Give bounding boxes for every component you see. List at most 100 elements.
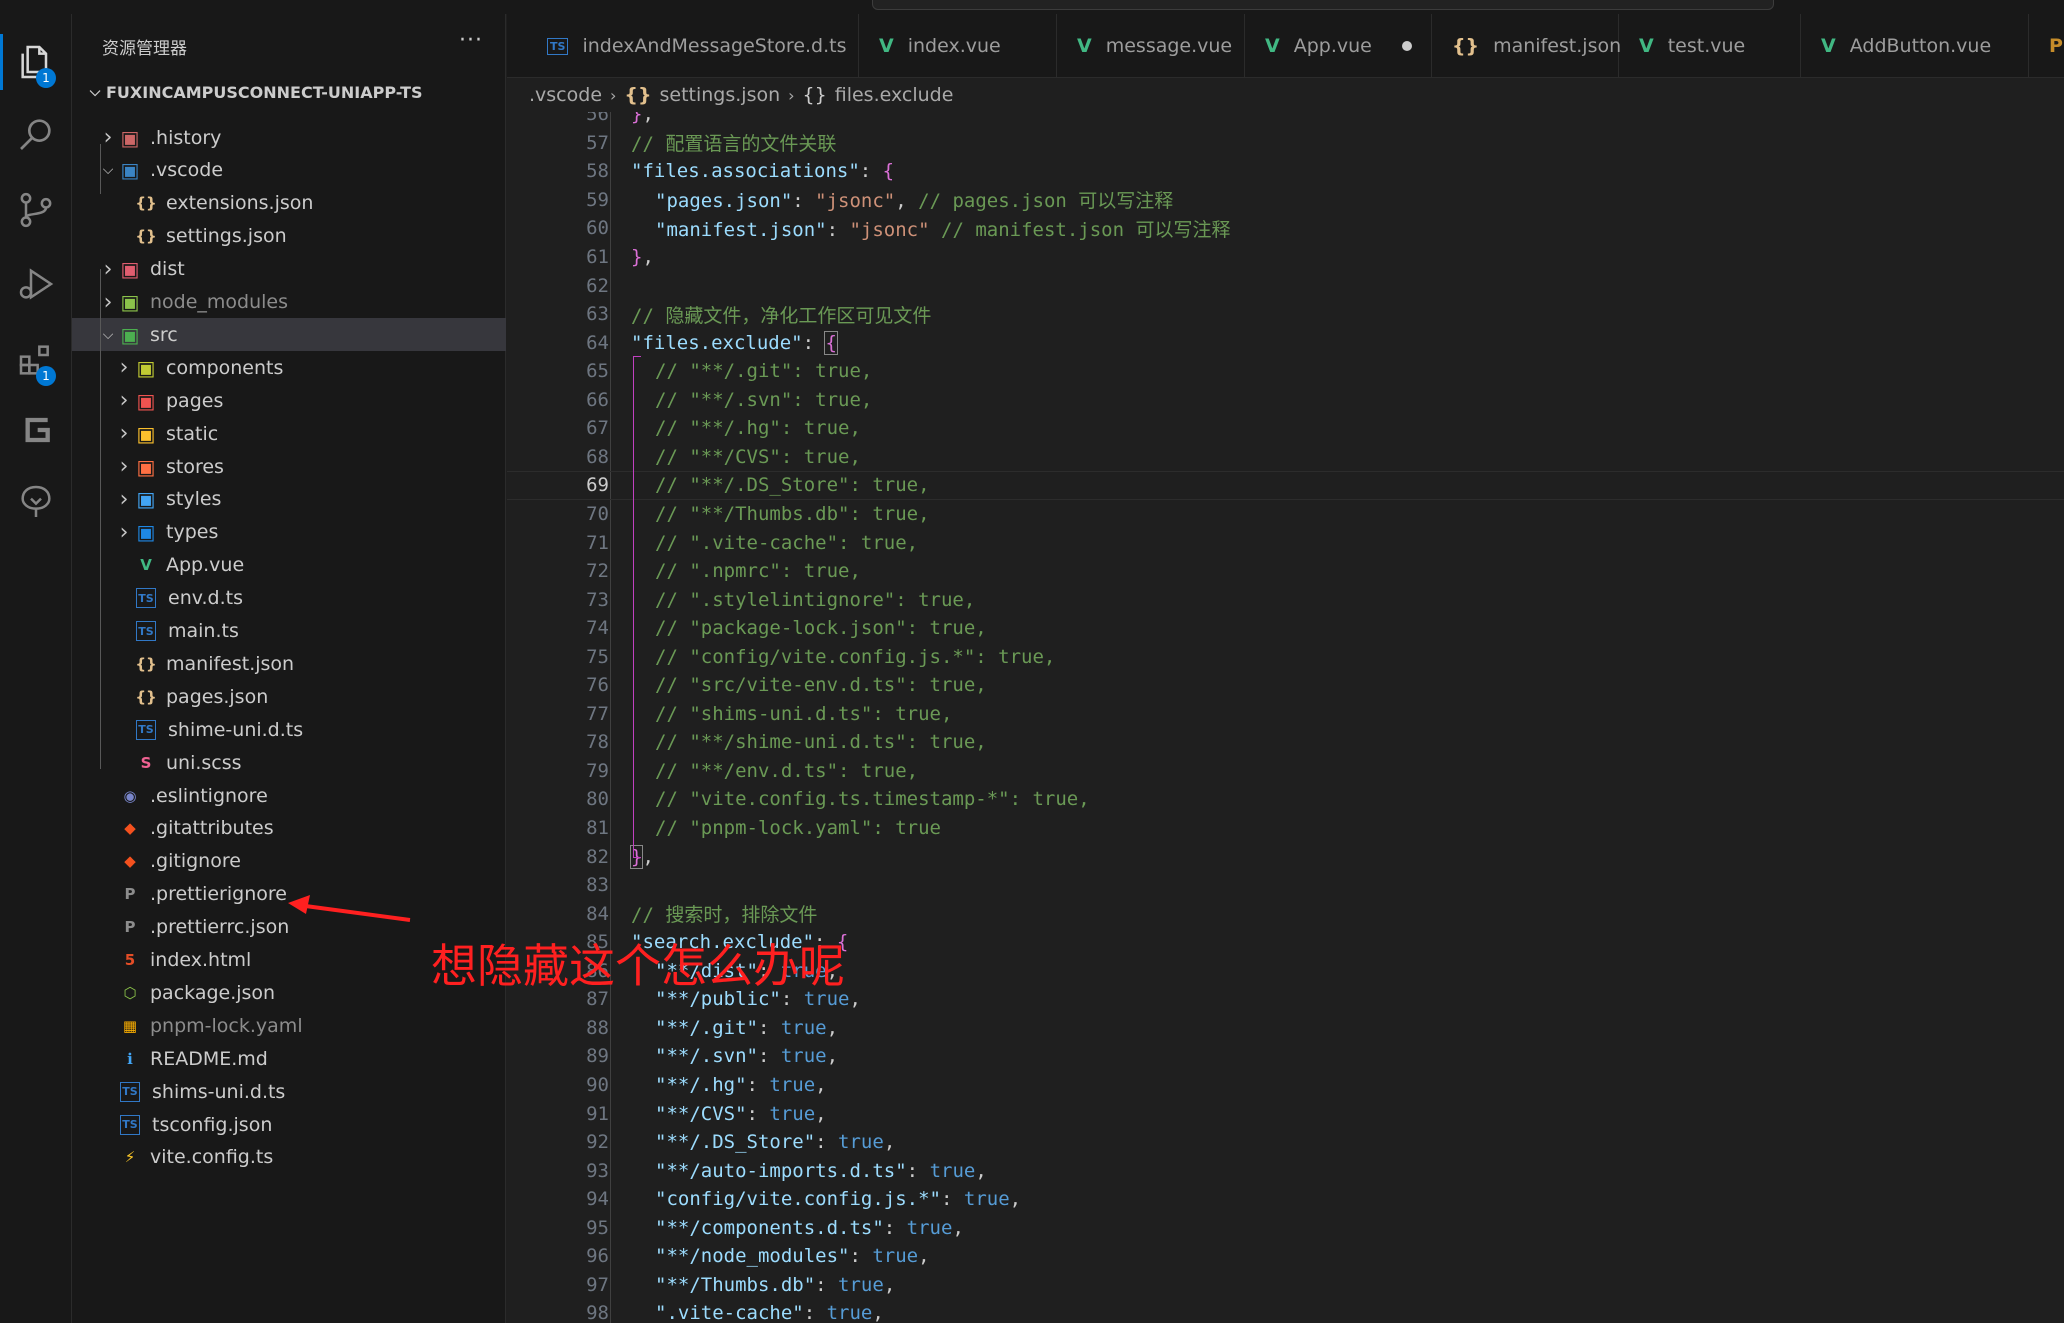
code-line[interactable]: 71 // ".vite-cache": true, <box>507 528 2064 557</box>
tree-item[interactable]: ⌵ ▣ src <box>72 318 506 352</box>
tree-item[interactable]: {} extensions.json <box>72 187 506 220</box>
more-actions-icon[interactable]: ··· <box>459 28 483 53</box>
editor-tab[interactable]: TS indexAndMessageStore.d.ts <box>527 14 859 78</box>
breadcrumb-symbol[interactable]: files.exclude <box>835 84 954 106</box>
chevron-right-icon[interactable]: › <box>114 355 134 380</box>
tree-item[interactable]: › ▣ dist <box>72 253 506 286</box>
tree-item[interactable]: ◆ .gitignore <box>72 845 506 878</box>
code-line[interactable]: 93 "**/auto-imports.d.ts": true, <box>507 1156 2064 1185</box>
code-line[interactable]: 73 // ".stylelintignore": true, <box>507 585 2064 614</box>
code-line[interactable]: 91 "**/CVS": true, <box>507 1099 2064 1128</box>
code-line[interactable]: 83 <box>507 871 2064 900</box>
code-line[interactable]: 77 // "shims-uni.d.ts": true, <box>507 700 2064 729</box>
code-line[interactable]: 95 "**/components.d.ts": true, <box>507 1213 2064 1242</box>
code-line[interactable]: 57 // 配置语言的文件关联 <box>507 129 2064 158</box>
code-line[interactable]: 75 // "config/vite.config.js.*": true, <box>507 642 2064 671</box>
tree-item[interactable]: ℹ README.md <box>72 1042 506 1075</box>
code-line[interactable]: 62 <box>507 271 2064 300</box>
code-line[interactable]: 76 // "src/vite-env.d.ts": true, <box>507 671 2064 700</box>
tree-item[interactable]: › ▣ styles <box>72 483 506 516</box>
tree-item[interactable]: V App.vue <box>72 549 506 582</box>
code-line[interactable]: 72 // ".npmrc": true, <box>507 557 2064 586</box>
tree-item[interactable]: TS shime-uni.d.ts <box>72 713 506 746</box>
tree-item[interactable]: {} pages.json <box>72 680 506 713</box>
chevron-right-icon[interactable]: › <box>114 487 134 512</box>
code-line[interactable]: 88 "**/.git": true, <box>507 1014 2064 1043</box>
remote-activity[interactable] <box>0 466 72 538</box>
code-line[interactable]: 97 "**/Thumbs.db": true, <box>507 1271 2064 1300</box>
tree-item[interactable]: {} manifest.json <box>72 647 506 680</box>
tree-item[interactable]: › ▣ stores <box>72 450 506 483</box>
tree-item[interactable]: ⌵ ▣ .vscode <box>72 154 506 187</box>
source-control-activity[interactable] <box>0 174 72 246</box>
chevron-right-icon[interactable]: › <box>114 454 134 479</box>
code-line[interactable]: 67 // "**/.hg": true, <box>507 414 2064 443</box>
code-line[interactable]: 65 // "**/.git": true, <box>507 357 2064 386</box>
chevron-right-icon[interactable]: › <box>98 125 118 150</box>
unsaved-dot-icon[interactable] <box>1401 41 1412 51</box>
editor-tab[interactable]: Vmessage.vue <box>1057 14 1245 78</box>
tree-item[interactable]: › ▣ types <box>72 516 506 549</box>
code-line[interactable]: 78 // "**/shime-uni.d.ts": true, <box>507 728 2064 757</box>
chevron-right-icon[interactable]: › <box>98 257 118 282</box>
tree-item[interactable]: ◆ .gitattributes <box>72 812 506 845</box>
breadcrumb-folder[interactable]: .vscode <box>529 84 602 106</box>
code-line[interactable]: 74 // "package-lock.json": true, <box>507 614 2064 643</box>
code-line[interactable]: 66 // "**/.svn": true, <box>507 386 2064 415</box>
tree-item[interactable]: TS env.d.ts <box>72 582 506 615</box>
code-line[interactable]: 89 "**/.svn": true, <box>507 1042 2064 1071</box>
code-line[interactable]: 63 // 隐藏文件，净化工作区可见文件 <box>507 300 2064 329</box>
tree-item[interactable]: › ▣ pages <box>72 384 506 417</box>
tree-item[interactable]: ⚡ vite.config.ts <box>72 1141 506 1174</box>
chevron-down-icon[interactable]: ⌵ <box>98 327 118 343</box>
code-line[interactable]: 61}, <box>507 243 2064 272</box>
editor-tab[interactable]: {} manifest.json <box>1432 14 1621 78</box>
tree-item[interactable]: ◉ .eslintignore <box>72 779 506 812</box>
search-activity[interactable] <box>0 98 72 170</box>
code-line[interactable]: 82}, <box>507 842 2064 871</box>
tree-item[interactable]: TS shims-uni.d.ts <box>72 1075 506 1108</box>
chevron-right-icon[interactable]: › <box>114 421 134 446</box>
code-line[interactable]: 92 "**/.DS_Store": true, <box>507 1128 2064 1157</box>
chevron-right-icon[interactable]: › <box>114 388 134 413</box>
code-line[interactable]: 84 // 搜索时，排除文件 <box>507 899 2064 928</box>
code-line[interactable]: 69 // "**/.DS_Store": true, <box>507 471 2064 500</box>
tree-item[interactable]: › ▣ components <box>72 351 506 384</box>
extensions-activity[interactable]: 1 <box>0 324 72 396</box>
tree-item[interactable]: TS tsconfig.json <box>72 1108 506 1141</box>
tree-item[interactable]: ▦ pnpm-lock.yaml <box>72 1009 506 1042</box>
editor-tab[interactable]: Vtest.vue <box>1619 14 1801 78</box>
code-line[interactable]: 79 // "**/env.d.ts": true, <box>507 757 2064 786</box>
project-root[interactable]: ⌵ FUXINCAMPUSCONNECT-UNIAPP-TS <box>72 76 506 108</box>
editor-tab[interactable]: P <box>2029 14 2064 78</box>
tree-item[interactable]: › ▣ node_modules <box>72 286 506 319</box>
editor-tab[interactable]: V App.vue <box>1245 14 1432 78</box>
tree-item[interactable]: › ▣ static <box>72 417 506 450</box>
tree-item[interactable]: TS main.ts <box>72 615 506 648</box>
code-line[interactable]: 59 "pages.json": "jsonc", // pages.json 可… <box>507 186 2064 215</box>
chevron-right-icon[interactable]: › <box>98 290 118 315</box>
code-line[interactable]: 90 "**/.hg": true, <box>507 1071 2064 1100</box>
command-center[interactable] <box>872 0 1774 10</box>
code-line[interactable]: 64 "files.exclude": { <box>507 328 2064 357</box>
chevron-right-icon[interactable]: › <box>114 520 134 545</box>
code-line[interactable]: 81 // "pnpm-lock.yaml": true <box>507 814 2064 843</box>
code-line[interactable]: 98 ".vite-cache": true, <box>507 1299 2064 1323</box>
code-line[interactable]: 94 "config/vite.config.js.*": true, <box>507 1185 2064 1214</box>
editor-tab[interactable]: Vindex.vue <box>859 14 1057 78</box>
tree-item[interactable]: {} settings.json <box>72 220 506 253</box>
code-line[interactable]: 58 "files.associations": { <box>507 157 2064 186</box>
code-line[interactable]: 70 // "**/Thumbs.db": true, <box>507 500 2064 529</box>
code-line[interactable]: 60 "manifest.json": "jsonc" // manifest.j… <box>507 214 2064 243</box>
breadcrumb-file[interactable]: settings.json <box>659 84 780 106</box>
tree-item[interactable]: › ▣ .history <box>72 121 506 154</box>
code-line[interactable]: 80 // "vite.config.ts.timestamp-*": true, <box>507 785 2064 814</box>
code-line[interactable]: 68 // "**/CVS": true, <box>507 443 2064 472</box>
code-line[interactable]: 56}, <box>507 112 2064 129</box>
editor-tab[interactable]: V AddButton.vue <box>1801 14 2029 78</box>
gitlens-activity[interactable] <box>0 394 72 466</box>
code-line[interactable]: 96 "**/node_modules": true, <box>507 1242 2064 1271</box>
run-debug-activity[interactable] <box>0 248 72 320</box>
chevron-down-icon[interactable]: ⌵ <box>98 162 118 178</box>
code-editor[interactable]: 56}, 57 // 配置语言的文件关联 58 "files.associations"… <box>507 112 2064 1323</box>
